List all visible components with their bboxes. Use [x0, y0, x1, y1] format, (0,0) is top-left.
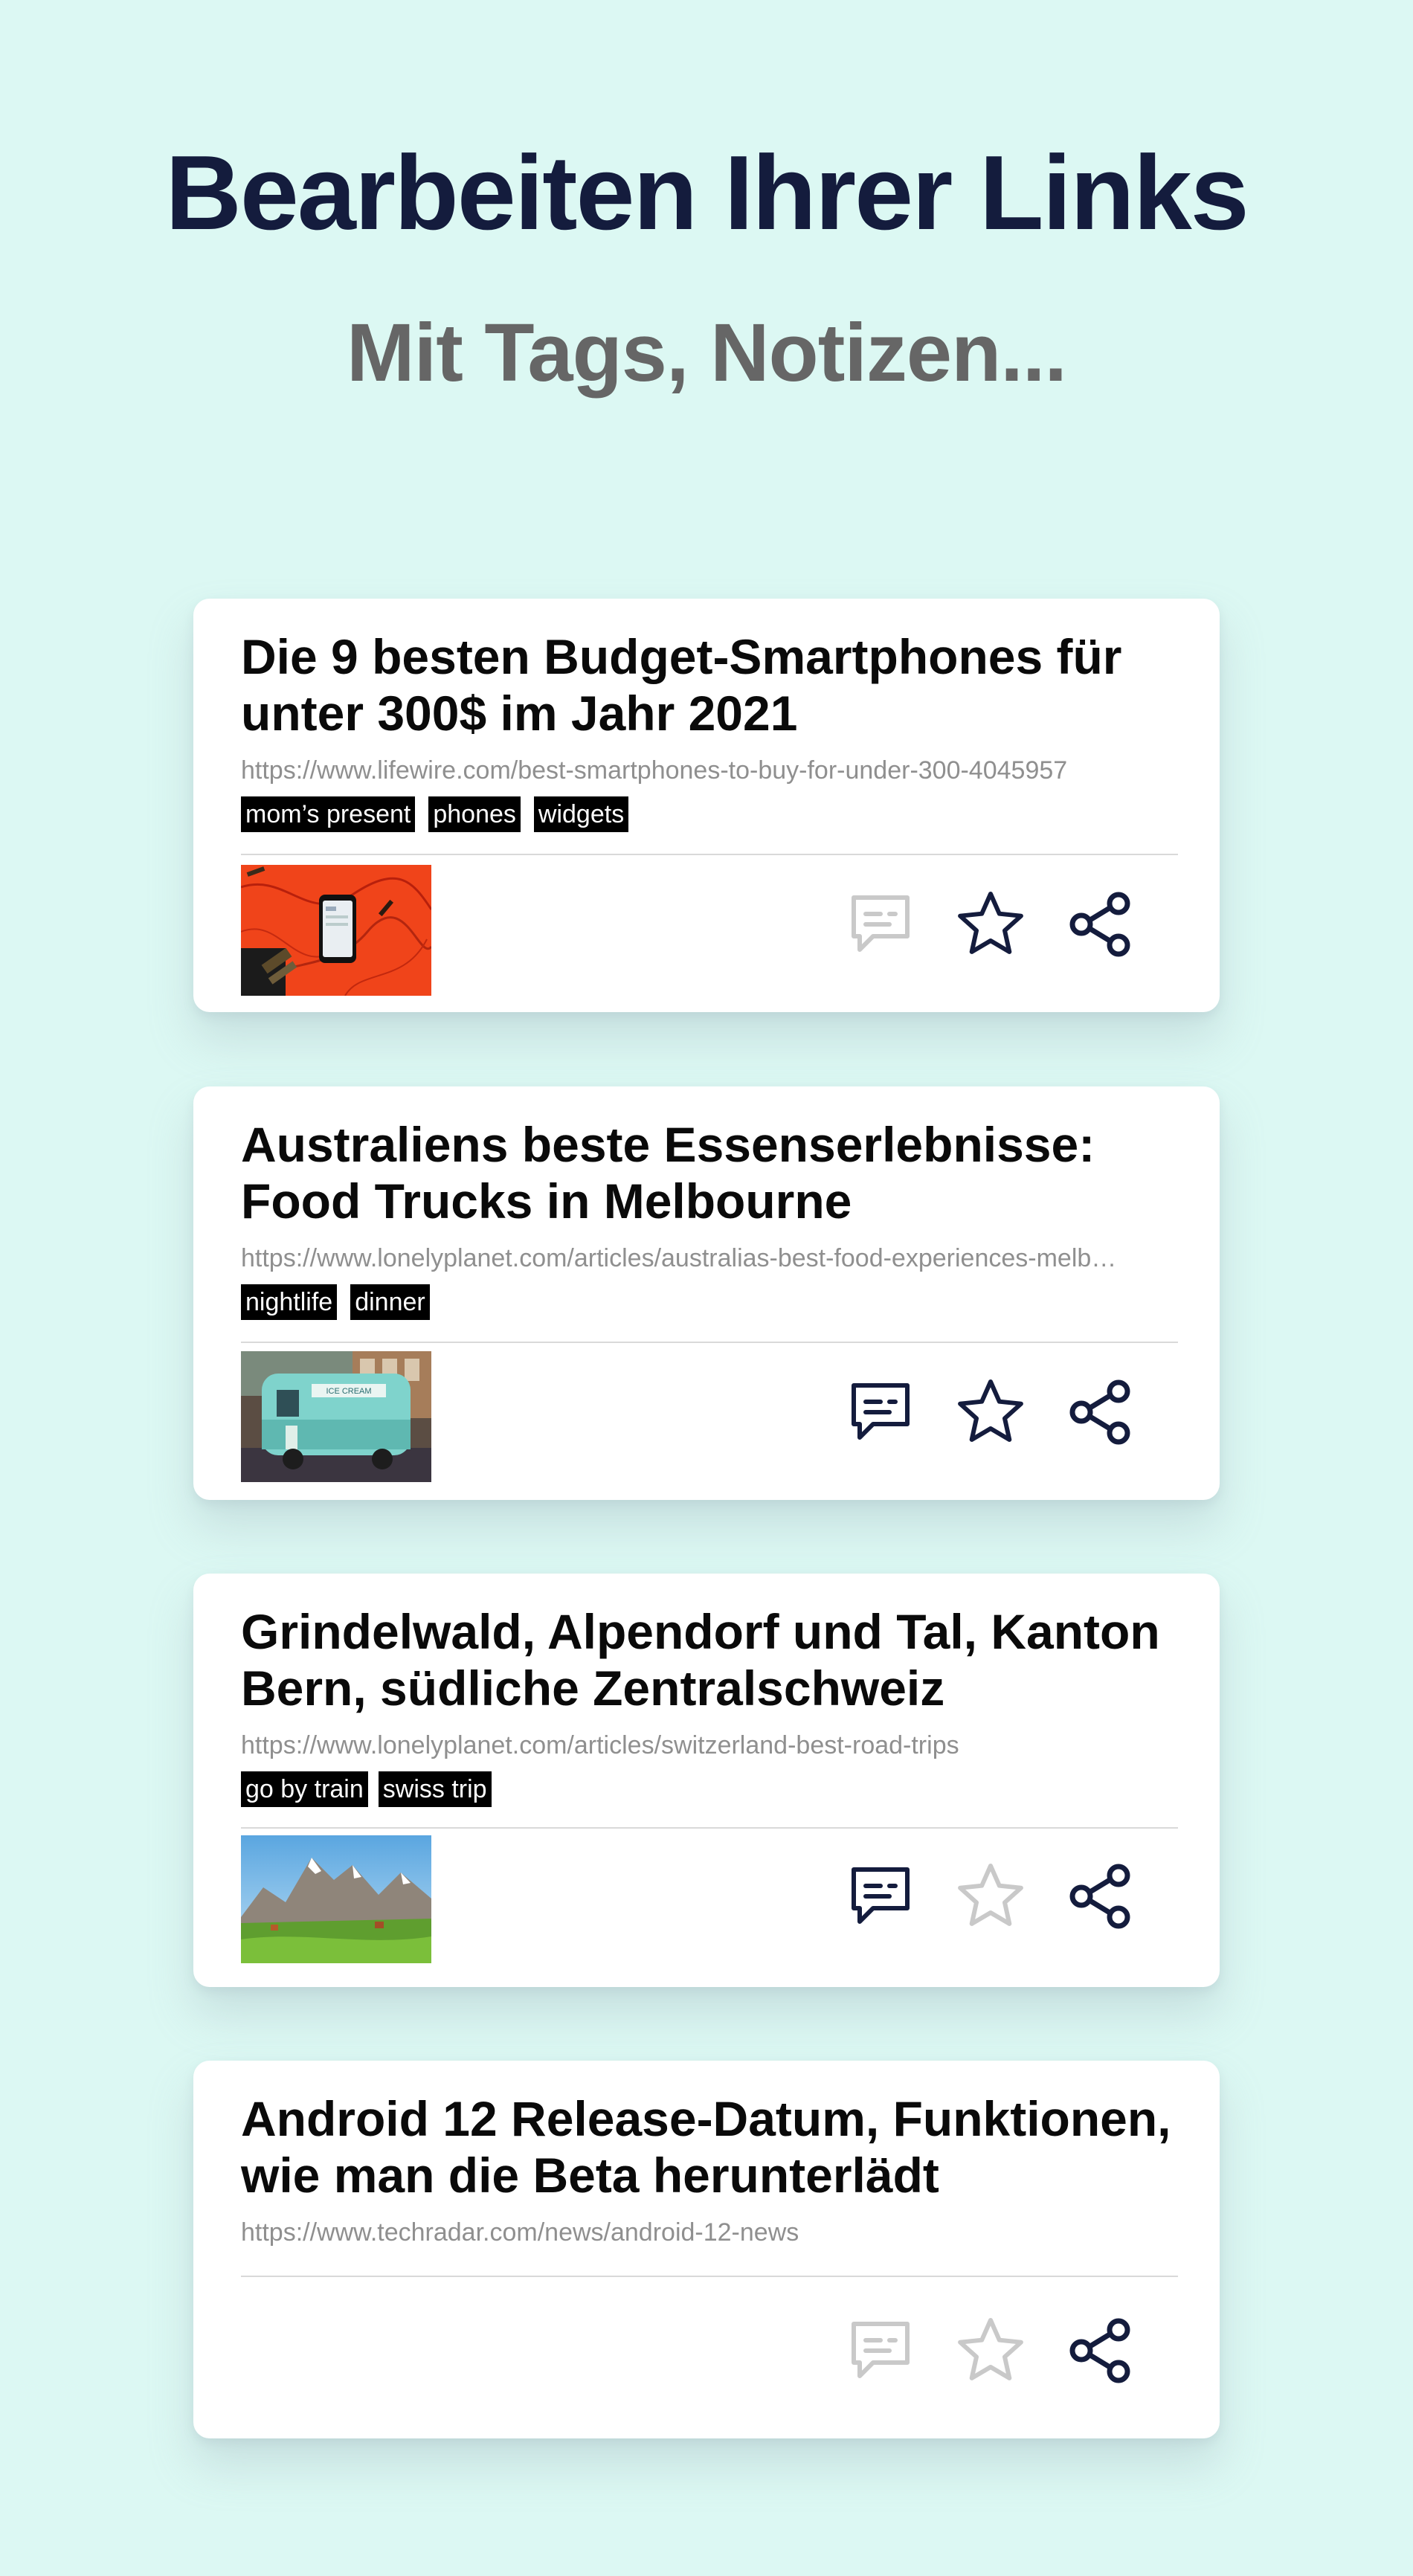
link-url[interactable]: https://www.techradar.com/news/android-1…	[241, 2217, 1185, 2248]
link-url[interactable]: https://www.lifewire.com/best-smartphone…	[241, 755, 1185, 786]
page-title: Bearbeiten Ihrer Links	[165, 134, 1249, 252]
link-thumbnail[interactable]: ICE CREAM	[241, 1351, 431, 1482]
link-thumbnail[interactable]	[241, 865, 431, 996]
tag[interactable]: swiss trip	[378, 1771, 492, 1807]
star-icon[interactable]	[953, 1375, 1028, 1449]
link-title[interactable]: Australiens beste Essenserlebnisse: Food…	[241, 1116, 1185, 1229]
tag[interactable]: mom’s present	[241, 796, 416, 832]
link-title[interactable]: Die 9 besten Budget-Smartphones für unte…	[241, 628, 1185, 741]
tag[interactable]: nightlife	[241, 1284, 338, 1320]
truck-sign: ICE CREAM	[326, 1387, 371, 1396]
star-icon[interactable]	[953, 887, 1028, 962]
note-icon[interactable]	[843, 1859, 918, 1933]
divider	[241, 854, 1178, 855]
page-subtitle: Mit Tags, Notizen...	[347, 307, 1067, 399]
tag[interactable]: widgets	[533, 796, 629, 832]
tag-list: go by train swiss trip	[241, 1771, 492, 1807]
note-icon[interactable]	[843, 2313, 918, 2388]
tag[interactable]: phones	[428, 796, 521, 832]
divider	[241, 1342, 1178, 1343]
star-icon[interactable]	[953, 1859, 1028, 1933]
divider	[241, 1827, 1178, 1829]
link-url[interactable]: https://www.lonelyplanet.com/articles/au…	[241, 1243, 1185, 1274]
link-url[interactable]: https://www.lonelyplanet.com/articles/sw…	[241, 1730, 1185, 1761]
tag-list: mom’s present phones widgets	[241, 796, 629, 832]
link-title[interactable]: Grindelwald, Alpendorf und Tal, Kanton B…	[241, 1603, 1185, 1716]
link-card[interactable]: Die 9 besten Budget-Smartphones für unte…	[193, 599, 1220, 1012]
share-icon[interactable]	[1063, 1859, 1138, 1933]
divider	[241, 2276, 1178, 2277]
link-title[interactable]: Android 12 Release-Datum, Funktionen, wi…	[241, 2090, 1185, 2203]
note-icon[interactable]	[843, 1375, 918, 1449]
share-icon[interactable]	[1063, 1375, 1138, 1449]
share-icon[interactable]	[1063, 2313, 1138, 2388]
link-thumbnail[interactable]	[241, 1835, 431, 1963]
link-card[interactable]: Grindelwald, Alpendorf und Tal, Kanton B…	[193, 1574, 1220, 1987]
link-card[interactable]: Android 12 Release-Datum, Funktionen, wi…	[193, 2061, 1220, 2438]
link-card[interactable]: Australiens beste Essenserlebnisse: Food…	[193, 1086, 1220, 1500]
tag[interactable]: go by train	[241, 1771, 368, 1807]
tag[interactable]: dinner	[350, 1284, 430, 1320]
note-icon[interactable]	[843, 887, 918, 962]
star-icon[interactable]	[953, 2313, 1028, 2388]
share-icon[interactable]	[1063, 887, 1138, 962]
tag-list: nightlife dinner	[241, 1284, 430, 1320]
